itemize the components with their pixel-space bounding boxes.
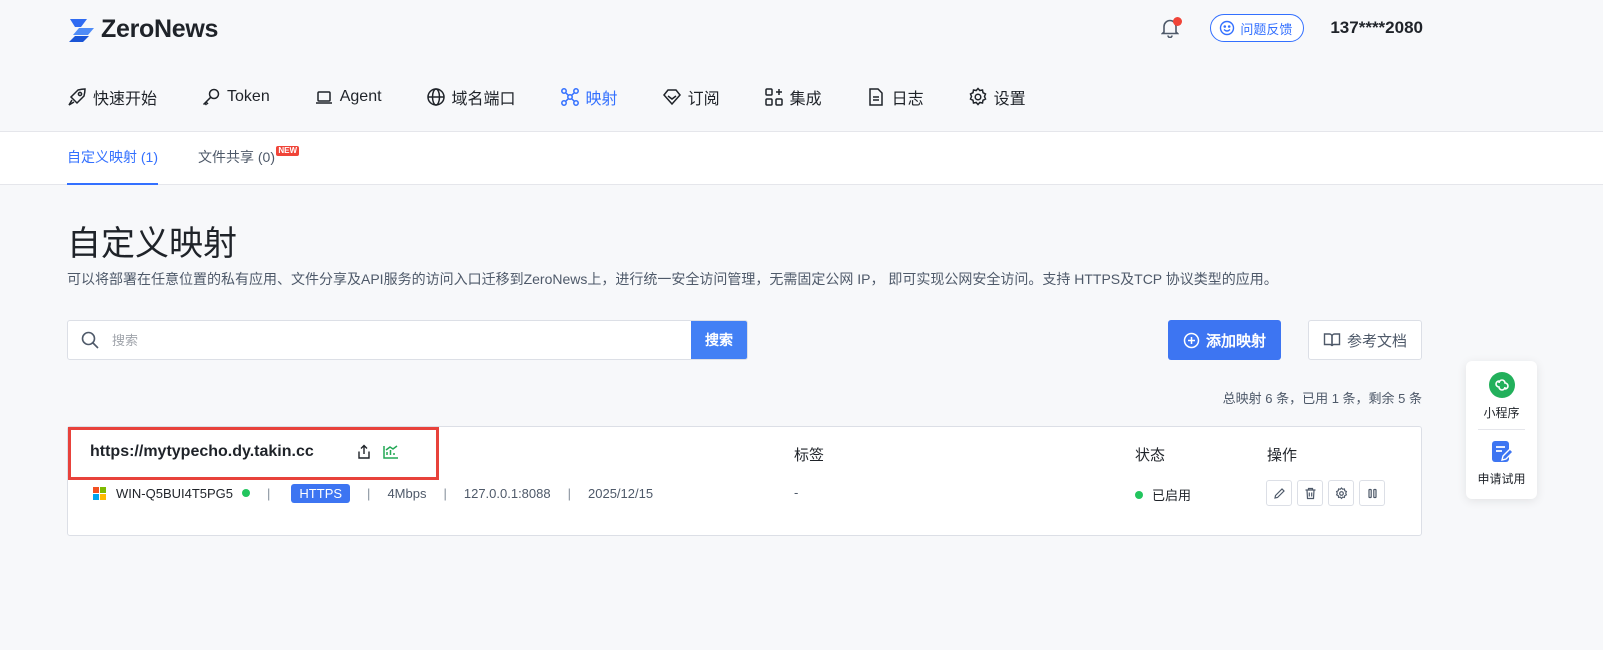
notification-dot (1173, 17, 1183, 26)
tab-file-share[interactable]: 文件共享 (0) NEW (198, 132, 299, 185)
delete-button[interactable] (1297, 480, 1323, 506)
pencil-icon (1273, 487, 1285, 499)
created-date: 2025/12/15 (588, 485, 654, 501)
user-account[interactable]: 137****2080 (1330, 18, 1423, 38)
sub-tabs: 自定义映射 (1) 文件共享 (0) NEW (0, 132, 1603, 185)
nav-domain-port[interactable]: 域名端口 (426, 84, 516, 110)
tab-file-share-label: 文件共享 (0) (198, 149, 275, 165)
nav-label: 快速开始 (93, 91, 158, 108)
book-icon (1323, 333, 1341, 347)
nav-quickstart[interactable]: 快速开始 (67, 84, 157, 110)
document-icon (868, 88, 883, 106)
notification-bell[interactable] (1158, 16, 1183, 40)
nav-subscription[interactable]: 订阅 (662, 84, 720, 110)
mapping-tag: - (794, 485, 799, 500)
search-input[interactable] (112, 332, 691, 348)
mapping-url-link[interactable]: https://mytypecho.dy.takin.cc (90, 443, 314, 461)
add-mapping-button[interactable]: 添加映射 (1168, 320, 1281, 360)
nav-label: 日志 (891, 91, 924, 108)
windows-icon (93, 486, 106, 500)
agent-hostname: WIN-Q5BUI4T5PG5 (116, 485, 234, 501)
apply-form-icon (1491, 441, 1514, 462)
header-actions: 问题反馈 137****2080 (1158, 14, 1423, 42)
feedback-button[interactable]: 问题反馈 (1210, 14, 1305, 42)
pause-button[interactable] (1359, 480, 1385, 506)
nav-label: Agent (339, 88, 382, 105)
key-icon (202, 88, 220, 106)
smile-icon (1220, 20, 1235, 36)
pause-icon (1367, 488, 1377, 498)
mapping-status: 已启用 (1135, 485, 1191, 504)
add-mapping-label: 添加映射 (1205, 332, 1266, 350)
traffic-stats-icon[interactable] (382, 444, 400, 465)
plus-circle-icon (1183, 332, 1200, 348)
gear-icon (969, 87, 987, 106)
nav-integration[interactable]: 集成 (764, 84, 822, 110)
mapping-quota: 总映射 6 条，已用 1 条，剩余 5 条 (1222, 391, 1422, 406)
trash-icon (1305, 487, 1315, 499)
column-status-header: 状态 (1135, 447, 1166, 464)
nav-settings[interactable]: 设置 (968, 84, 1026, 110)
new-badge: NEW (276, 146, 299, 156)
search-button[interactable]: 搜索 (691, 321, 747, 359)
brand-name: ZeroNews (101, 15, 219, 43)
column-tag-header: 标签 (794, 447, 825, 464)
nav-token[interactable]: Token (201, 84, 270, 110)
separator: | (567, 485, 571, 501)
separator: | (367, 485, 371, 501)
search-icon (68, 330, 112, 350)
mapping-icon (560, 88, 579, 106)
nav-agent[interactable]: Agent (314, 84, 382, 110)
feedback-label: 问题反馈 (1240, 21, 1293, 37)
nav-logs[interactable]: 日志 (866, 84, 924, 110)
page-title: 自定义映射 (67, 225, 237, 263)
nav-label: 集成 (789, 91, 822, 108)
share-icon[interactable] (356, 444, 372, 465)
gear-icon (1335, 486, 1347, 499)
laptop-icon (315, 91, 332, 104)
settings-button[interactable] (1328, 480, 1354, 506)
main-nav: 快速开始 Token Agent 域名端口 映射 订阅 集成 日志 设置 (67, 84, 1070, 110)
bandwidth: 4Mbps (387, 485, 427, 501)
brand-logo[interactable]: ZeroNews (67, 15, 218, 44)
nav-label: 设置 (993, 91, 1026, 108)
globe-icon (426, 88, 445, 106)
apply-trial-label: 申请试用 (1477, 472, 1526, 486)
page-description: 可以将部署在任意位置的私有应用、文件分享及API服务的访问入口迁移到ZeroNe… (67, 271, 1278, 287)
mini-program-label: 小程序 (1483, 406, 1520, 420)
tab-custom-mapping[interactable]: 自定义映射 (1) (67, 132, 158, 185)
nav-mapping[interactable]: 映射 (560, 84, 618, 110)
panel-divider (1478, 429, 1525, 430)
row-actions (1266, 480, 1385, 506)
target-address: 127.0.0.1:8088 (463, 485, 551, 501)
separator: | (267, 485, 271, 501)
reference-docs-label: 参考文档 (1346, 332, 1407, 350)
search-bar: 搜索 (67, 320, 748, 360)
status-dot (1135, 490, 1143, 499)
mini-program-button[interactable]: 小程序 (1466, 372, 1537, 421)
nav-label: Token (227, 88, 270, 105)
separator: | (443, 485, 447, 501)
top-header: ZeroNews 问题反馈 137****2080 快速开始 Token Age… (0, 0, 1603, 132)
agent-online-dot (242, 489, 251, 497)
mapping-meta: WIN-Q5BUI4T5PG5 | HTTPS | 4Mbps | 127.0.… (93, 482, 653, 504)
status-label: 已启用 (1152, 488, 1192, 503)
floating-help-panel: 小程序 申请试用 (1466, 361, 1537, 499)
nav-label: 映射 (585, 91, 618, 108)
rocket-icon (68, 88, 86, 106)
diamond-icon (662, 89, 681, 106)
apps-icon (764, 88, 783, 106)
reference-docs-button[interactable]: 参考文档 (1308, 320, 1422, 360)
protocol-badge: HTTPS (291, 483, 351, 503)
zeronews-logo-icon (69, 18, 94, 42)
apply-trial-button[interactable]: 申请试用 (1466, 440, 1537, 487)
edit-button[interactable] (1266, 480, 1292, 506)
nav-label: 域名端口 (451, 91, 516, 108)
column-ops-header: 操作 (1267, 447, 1298, 464)
nav-label: 订阅 (687, 91, 720, 108)
mini-program-icon (1488, 372, 1515, 398)
